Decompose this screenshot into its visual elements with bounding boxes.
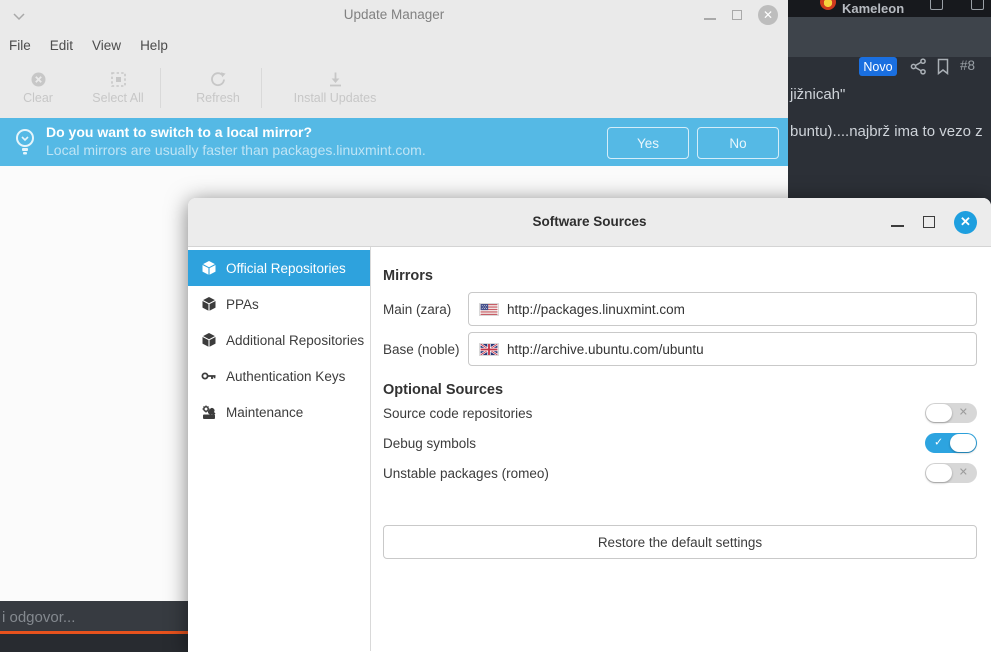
banner-subtitle: Local mirrors are usually faster than pa… bbox=[46, 142, 426, 158]
novo-badge[interactable]: Novo bbox=[859, 57, 897, 76]
close-button[interactable]: ✕ bbox=[954, 211, 977, 234]
close-button[interactable]: ✕ bbox=[758, 5, 778, 25]
minimize-button[interactable] bbox=[891, 225, 904, 227]
sidebar-item-official-repositories[interactable]: Official Repositories bbox=[188, 250, 370, 286]
notification-icon[interactable] bbox=[971, 0, 984, 10]
clear-button[interactable]: Clear bbox=[0, 71, 76, 105]
update-manager-titlebar[interactable]: Update Manager ✕ bbox=[0, 0, 788, 30]
key-icon bbox=[201, 368, 217, 384]
toggle-on-icon: ✓ bbox=[934, 437, 943, 448]
debug-symbols-row: Debug symbols ✓ bbox=[383, 428, 977, 458]
maximize-button[interactable] bbox=[732, 10, 742, 20]
forum-text-line: buntu)....najbrž ima to vezo z bbox=[790, 123, 983, 140]
package-icon bbox=[201, 296, 217, 312]
optional-sources-heading: Optional Sources bbox=[383, 382, 977, 398]
reply-input-bar[interactable]: i odgovor... bbox=[0, 601, 188, 652]
site-logo-text[interactable]: Kameleon bbox=[842, 1, 904, 16]
reply-placeholder: i odgovor... bbox=[2, 609, 75, 626]
sidebar-item-ppas[interactable]: PPAs bbox=[188, 286, 370, 322]
toggle-knob bbox=[950, 434, 976, 452]
toggle-off-icon: ✕ bbox=[959, 467, 968, 478]
forum-topbar: Kameleon bbox=[788, 0, 991, 17]
base-mirror-row: Base (noble) http://archive.ubuntu.com/u… bbox=[383, 332, 977, 366]
dialog-sidebar: Official Repositories PPAs Additional Re… bbox=[188, 247, 371, 651]
banner-title: Do you want to switch to a local mirror? bbox=[46, 124, 426, 140]
restore-defaults-button[interactable]: Restore the default settings bbox=[383, 525, 977, 559]
update-manager-header: Update Manager ✕ File Edit View Help Cle… bbox=[0, 0, 788, 118]
select-all-icon bbox=[110, 71, 127, 88]
unstable-packages-row: Unstable packages (romeo) ✕ bbox=[383, 458, 977, 488]
install-updates-button[interactable]: Install Updates bbox=[276, 71, 394, 105]
dialog-title: Software Sources bbox=[188, 214, 991, 229]
unstable-packages-label: Unstable packages (romeo) bbox=[383, 466, 549, 481]
toggle-knob bbox=[926, 464, 952, 482]
clear-label: Clear bbox=[23, 91, 53, 105]
source-code-toggle[interactable]: ✕ bbox=[925, 403, 977, 423]
yes-button[interactable]: Yes bbox=[607, 127, 689, 159]
debug-symbols-toggle[interactable]: ✓ bbox=[925, 433, 977, 453]
sidebar-item-label: Official Repositories bbox=[226, 261, 346, 276]
base-mirror-value: http://archive.ubuntu.com/ubuntu bbox=[507, 342, 704, 357]
window-title: Update Manager bbox=[0, 7, 788, 22]
sidebar-item-maintenance[interactable]: Maintenance bbox=[188, 394, 370, 430]
sidebar-item-label: Maintenance bbox=[226, 405, 303, 420]
unstable-packages-toggle[interactable]: ✕ bbox=[925, 463, 977, 483]
software-sources-dialog: Software Sources ✕ Official Repositories… bbox=[188, 198, 991, 652]
menu-help[interactable]: Help bbox=[140, 38, 168, 53]
install-updates-label: Install Updates bbox=[294, 91, 377, 105]
us-flag-icon bbox=[479, 303, 499, 316]
mirror-banner: Do you want to switch to a local mirror?… bbox=[0, 118, 788, 166]
sidebar-item-label: PPAs bbox=[226, 297, 259, 312]
package-icon bbox=[201, 332, 217, 348]
select-all-label: Select All bbox=[92, 91, 143, 105]
dialog-content: Mirrors Main (zara) http://packages.linu… bbox=[371, 247, 991, 651]
toolbar: Clear Select All Refresh Install bbox=[0, 60, 788, 116]
minimize-button[interactable] bbox=[704, 18, 716, 20]
source-code-row: Source code repositories ✕ bbox=[383, 398, 977, 428]
base-mirror-input[interactable]: http://archive.ubuntu.com/ubuntu bbox=[468, 332, 977, 366]
toolbar-separator bbox=[160, 68, 161, 108]
package-icon bbox=[201, 260, 217, 276]
post-meta-row: Novo #8 bbox=[788, 57, 991, 77]
refresh-button[interactable]: Refresh bbox=[175, 71, 261, 105]
sidebar-item-authentication-keys[interactable]: Authentication Keys bbox=[188, 358, 370, 394]
maximize-button[interactable] bbox=[923, 216, 935, 228]
main-mirror-row: Main (zara) http://packages.linuxmint.co… bbox=[383, 292, 977, 326]
refresh-label: Refresh bbox=[196, 91, 240, 105]
menu-file[interactable]: File bbox=[9, 38, 31, 53]
dialog-titlebar[interactable]: Software Sources ✕ bbox=[188, 198, 991, 247]
sidebar-item-label: Additional Repositories bbox=[226, 333, 364, 348]
post-number[interactable]: #8 bbox=[960, 58, 975, 73]
sidebar-item-additional-repositories[interactable]: Additional Repositories bbox=[188, 322, 370, 358]
toggle-off-icon: ✕ bbox=[959, 407, 968, 418]
main-mirror-label: Main (zara) bbox=[383, 302, 468, 317]
clear-icon bbox=[30, 71, 47, 88]
lightbulb-icon bbox=[13, 128, 37, 162]
share-icon[interactable] bbox=[910, 58, 927, 80]
panel-icon[interactable] bbox=[930, 0, 943, 10]
toggle-knob bbox=[926, 404, 952, 422]
menu-view[interactable]: View bbox=[92, 38, 121, 53]
source-code-label: Source code repositories bbox=[383, 406, 532, 421]
install-updates-icon bbox=[327, 71, 344, 88]
forum-header-block bbox=[788, 17, 991, 57]
uk-flag-icon bbox=[479, 343, 499, 356]
menubar: File Edit View Help bbox=[0, 30, 788, 60]
bookmark-icon[interactable] bbox=[936, 58, 950, 80]
refresh-icon bbox=[209, 71, 227, 88]
no-button[interactable]: No bbox=[697, 127, 779, 159]
base-mirror-label: Base (noble) bbox=[383, 342, 468, 357]
forum-text-line: jižnicah" bbox=[790, 86, 845, 103]
menu-edit[interactable]: Edit bbox=[50, 38, 73, 53]
main-mirror-input[interactable]: http://packages.linuxmint.com bbox=[468, 292, 977, 326]
reply-bar-footer bbox=[0, 634, 188, 652]
maintenance-icon bbox=[201, 404, 217, 420]
sidebar-item-label: Authentication Keys bbox=[226, 369, 345, 384]
mirrors-heading: Mirrors bbox=[383, 268, 977, 284]
debug-symbols-label: Debug symbols bbox=[383, 436, 476, 451]
toolbar-separator bbox=[261, 68, 262, 108]
main-mirror-value: http://packages.linuxmint.com bbox=[507, 302, 685, 317]
site-logo-icon[interactable] bbox=[820, 0, 836, 10]
select-all-button[interactable]: Select All bbox=[76, 71, 160, 105]
